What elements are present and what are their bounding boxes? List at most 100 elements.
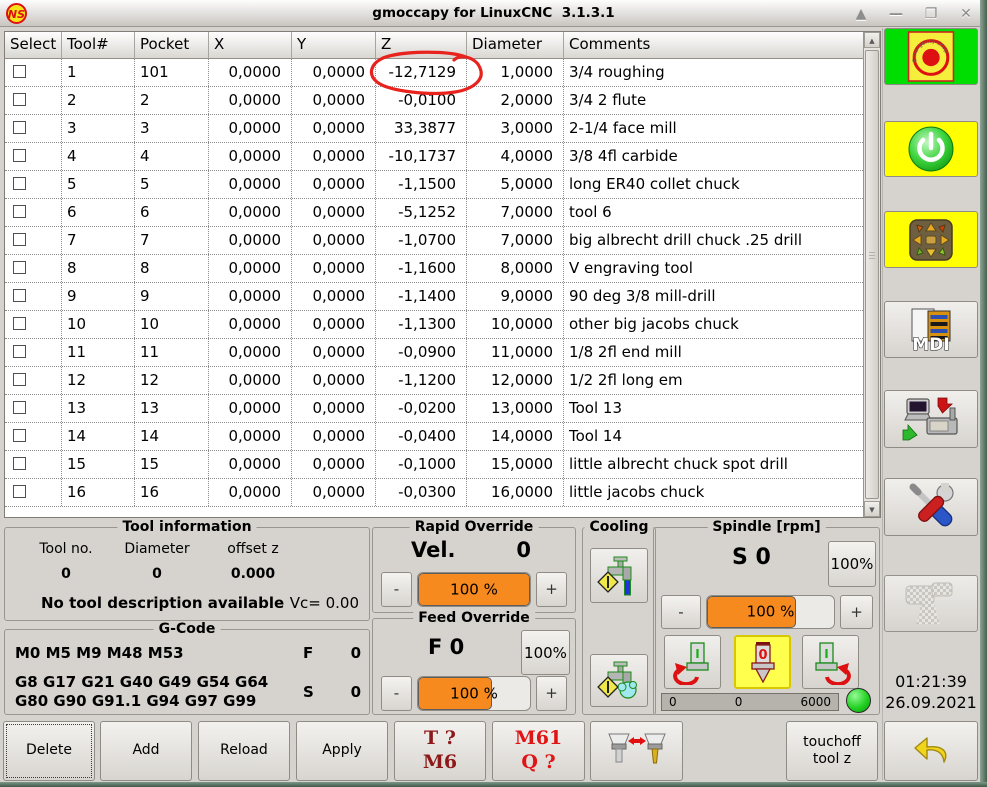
table-cell[interactable]: 6 [135, 199, 209, 226]
table-cell[interactable]: -1,0700 [376, 227, 467, 254]
table-cell[interactable]: -1,1600 [376, 255, 467, 282]
table-cell[interactable]: 1,0000 [467, 59, 564, 86]
select-cell[interactable] [5, 171, 62, 198]
table-cell[interactable]: -1,1200 [376, 367, 467, 394]
table-cell[interactable]: 16,0000 [467, 479, 564, 506]
table-cell[interactable]: 2 [62, 87, 135, 114]
select-checkbox[interactable] [13, 261, 26, 274]
table-cell[interactable]: 3/4 2 flute [564, 87, 863, 114]
table-cell[interactable]: 14 [135, 423, 209, 450]
table-row[interactable]: 11 11 0,0000 0,0000 -0,0900 11,0000 1/8 2fl en… [5, 339, 863, 367]
feed-decrease-button[interactable]: - [381, 676, 412, 711]
table-row[interactable]: 15 15 0,0000 0,0000 -0,1000 15,0000 little alb… [5, 451, 863, 479]
table-cell[interactable]: big albrecht drill chuck .25 drill [564, 227, 863, 254]
table-row[interactable]: 3 3 0,0000 0,0000 33,3877 3,0000 2-1/4 face mi… [5, 115, 863, 143]
select-checkbox[interactable] [13, 401, 26, 414]
table-cell[interactable]: -1,1300 [376, 311, 467, 338]
table-cell[interactable]: 4 [135, 143, 209, 170]
table-cell[interactable]: 0,0000 [292, 423, 376, 450]
table-cell[interactable]: -1,1500 [376, 171, 467, 198]
select-checkbox[interactable] [13, 93, 26, 106]
table-row[interactable]: 9 9 0,0000 0,0000 -1,1400 9,0000 90 deg 3/8 mi… [5, 283, 863, 311]
select-cell[interactable] [5, 143, 62, 170]
select-cell[interactable] [5, 283, 62, 310]
column-header-x[interactable]: X [209, 32, 292, 59]
table-cell[interactable]: little jacobs chuck [564, 479, 863, 506]
table-cell[interactable]: 8 [62, 255, 135, 282]
table-cell[interactable]: 0,0000 [292, 339, 376, 366]
estop-button[interactable]: Emergency-Stop [884, 28, 978, 85]
table-cell[interactable]: 7,0000 [467, 227, 564, 254]
table-cell[interactable]: 10 [62, 311, 135, 338]
select-cell[interactable] [5, 87, 62, 114]
column-header-comments[interactable]: Comments [564, 32, 880, 59]
table-cell[interactable]: 9 [62, 283, 135, 310]
spindle-cw-button[interactable]: I [802, 635, 859, 689]
auto-mode-button[interactable] [884, 390, 978, 448]
table-cell[interactable]: 4 [62, 143, 135, 170]
table-cell[interactable]: -10,1737 [376, 143, 467, 170]
select-cell[interactable] [5, 199, 62, 226]
table-cell[interactable]: 0,0000 [292, 395, 376, 422]
table-cell[interactable]: -0,0400 [376, 423, 467, 450]
machine-on-button[interactable] [884, 121, 978, 177]
table-cell[interactable]: tool 6 [564, 199, 863, 226]
column-header-diameter[interactable]: Diameter [467, 32, 564, 59]
rapid-override-bar[interactable]: 100 % [417, 572, 531, 607]
rapid-increase-button[interactable]: + [536, 572, 567, 607]
table-cell[interactable]: other big jacobs chuck [564, 311, 863, 338]
add-button[interactable]: Add [100, 721, 192, 781]
rapid-decrease-button[interactable]: - [381, 572, 412, 607]
table-cell[interactable]: -1,1400 [376, 283, 467, 310]
table-cell[interactable]: 1/8 2fl end mill [564, 339, 863, 366]
table-cell[interactable]: 1 [62, 59, 135, 86]
table-row[interactable]: 16 16 0,0000 0,0000 -0,0300 16,0000 little jac… [5, 479, 863, 507]
table-cell[interactable]: 0,0000 [292, 199, 376, 226]
select-tool-by-number-button[interactable]: T ? M6 [394, 721, 486, 781]
table-row[interactable]: 8 8 0,0000 0,0000 -1,1600 8,0000 V engraving t… [5, 255, 863, 283]
apply-button[interactable]: Apply [296, 721, 388, 781]
table-cell[interactable]: 0,0000 [209, 87, 292, 114]
table-cell[interactable]: 2,0000 [467, 87, 564, 114]
table-cell[interactable]: 11 [135, 339, 209, 366]
table-cell[interactable]: 2-1/4 face mill [564, 115, 863, 142]
table-cell[interactable]: 9,0000 [467, 283, 564, 310]
spindle-stop-button[interactable]: 0 [734, 635, 791, 689]
table-cell[interactable]: -0,0900 [376, 339, 467, 366]
column-header-pocket[interactable]: Pocket [135, 32, 209, 59]
column-header-z[interactable]: Z [376, 32, 467, 59]
table-cell[interactable]: 5 [62, 171, 135, 198]
table-row[interactable]: 14 14 0,0000 0,0000 -0,0400 14,0000 Tool 14 [5, 423, 863, 451]
table-row[interactable]: 1 101 0,0000 0,0000 -12,7129 1,0000 3/4 roughi… [5, 59, 863, 87]
select-checkbox[interactable] [13, 289, 26, 302]
settings-button[interactable] [884, 478, 978, 536]
table-cell[interactable]: 10 [135, 311, 209, 338]
table-cell[interactable]: -0,0200 [376, 395, 467, 422]
table-cell[interactable]: 1/2 2fl long em [564, 367, 863, 394]
table-cell[interactable]: 13 [62, 395, 135, 422]
feed-reset-100-button[interactable]: 100% [521, 630, 570, 675]
table-cell[interactable]: 0,0000 [292, 115, 376, 142]
table-cell[interactable]: 4,0000 [467, 143, 564, 170]
spindle-reset-100-button[interactable]: 100% [828, 541, 876, 587]
table-cell[interactable]: -12,7129 [376, 59, 467, 86]
table-cell[interactable]: -0,1000 [376, 451, 467, 478]
flood-coolant-button[interactable] [590, 548, 648, 603]
select-cell[interactable] [5, 395, 62, 422]
table-cell[interactable]: 0,0000 [292, 255, 376, 282]
select-checkbox[interactable] [13, 457, 26, 470]
table-cell[interactable]: 0,0000 [292, 143, 376, 170]
table-cell[interactable]: 7,0000 [467, 199, 564, 226]
select-cell[interactable] [5, 367, 62, 394]
table-cell[interactable]: 11 [62, 339, 135, 366]
select-cell[interactable] [5, 227, 62, 254]
select-checkbox[interactable] [13, 121, 26, 134]
table-cell[interactable]: -5,1252 [376, 199, 467, 226]
spindle-override-bar[interactable]: 100 % [706, 595, 835, 629]
table-cell[interactable]: little albrecht chuck spot drill [564, 451, 863, 478]
table-cell[interactable]: 5 [135, 171, 209, 198]
table-cell[interactable]: 13 [135, 395, 209, 422]
scroll-up-icon[interactable]: ▲ [864, 32, 880, 48]
table-cell[interactable]: 15,0000 [467, 451, 564, 478]
select-checkbox[interactable] [13, 317, 26, 330]
